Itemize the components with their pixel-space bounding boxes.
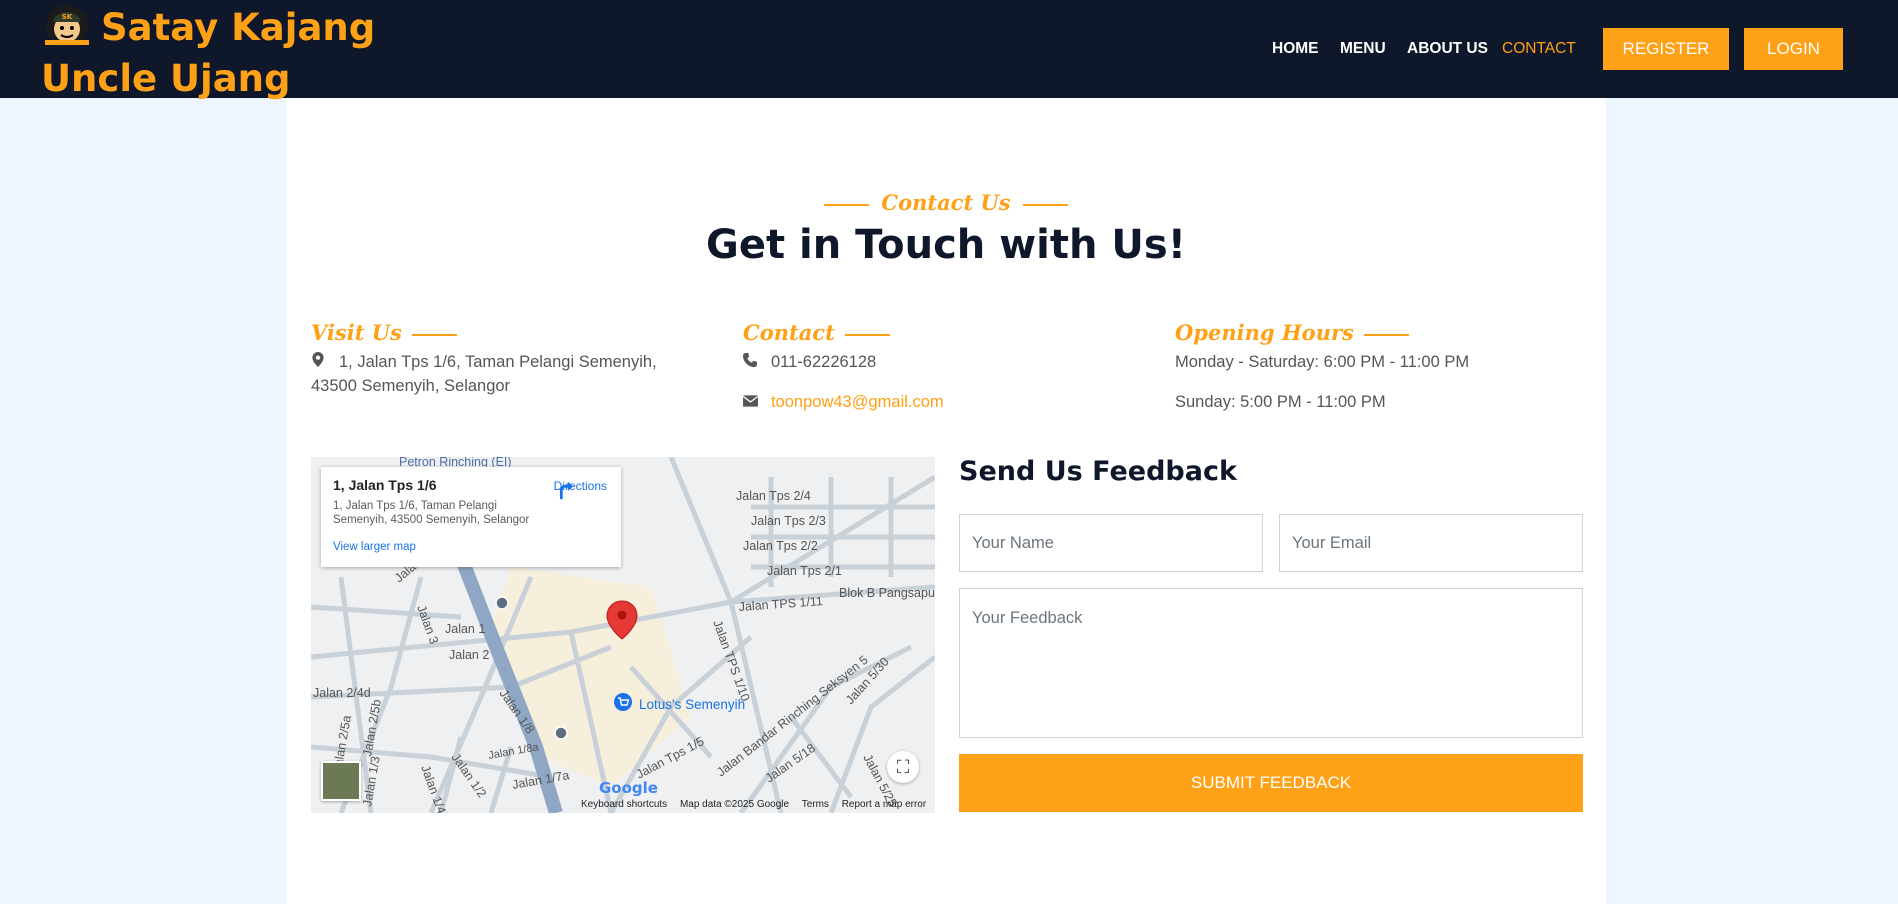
terms-link[interactable]: Terms [802,799,829,810]
map-label: Jalan Tps 2/1 [767,564,842,578]
subtitle-line-right [1022,203,1068,206]
phone-text: 011-62226128 [771,353,877,371]
section-subtitle: Contact Us [286,190,1606,215]
login-button[interactable]: Login [1744,28,1843,70]
address-text: 1, Jalan Tps 1/6, Taman Pelangi Semenyih… [311,353,657,395]
contact-section: Contact Us Get in Touch with Us! Visit U… [286,98,1606,904]
google-logo: Google [599,779,658,797]
phone-icon [743,350,757,374]
map-label: Jalan Tps 2/3 [751,514,826,528]
section-subtitle-text: Contact Us [881,190,1011,215]
page-title: Get in Touch with Us! [706,222,1186,268]
email: toonpow43@gmail.com [742,390,1133,414]
contact-block: Contact 011-62226128 toonpow43@gmail.com [742,320,1133,414]
nav-home[interactable]: Home [1272,40,1319,58]
envelope-icon [742,390,759,414]
brand[interactable]: SK Satay Kajang Uncle Ujang [41,2,381,104]
nav-menu[interactable]: Menu [1340,40,1386,58]
heading-line [411,333,457,336]
brand-logo-text: SK [62,13,73,21]
map-marker-icon [311,350,325,374]
fullscreen-icon[interactable]: ⛶ [887,751,919,783]
map-data-attribution: Map data ©2025 Google [679,799,790,810]
visit-us-block: Visit Us 1, Jalan Tps 1/6, Taman Pelangi… [311,320,701,398]
map-card-address: 1, Jalan Tps 1/6, Taman Pelangi Semenyih… [333,500,530,526]
visit-us-heading: Visit Us [311,320,701,350]
nav-about-us[interactable]: About Us [1407,40,1488,58]
opening-hours-block: Opening Hours Monday - Saturday: 6:00 PM… [1175,320,1565,414]
heading-line [1363,333,1409,336]
directions-button[interactable]: Directions [554,479,607,500]
address: 1, Jalan Tps 1/6, Taman Pelangi Semenyih… [311,350,701,398]
satellite-view-toggle[interactable] [321,761,361,801]
map-label: Jalan Tps 2/4 [736,489,811,503]
submit-feedback-button[interactable]: Submit Feedback [959,754,1583,812]
google-map[interactable]: Jalan Tps 2/4 Jalan Tps 2/3 Jalan Tps 2/… [311,457,935,813]
report-map-error-link[interactable]: Report a map error [842,799,926,810]
map-label: Jalan 1 [445,622,485,636]
navbar: SK Satay Kajang Uncle Ujang Home Menu Ab… [0,0,1898,100]
opening-hours-heading-text: Opening Hours [1175,320,1354,345]
register-button[interactable]: Register [1603,28,1729,70]
map-footer: Keyboard shortcuts Map data ©2025 Google… [581,799,935,810]
heading-line [844,333,890,336]
sunday-hours: Sunday: 5:00 PM - 11:00 PM [1175,393,1386,411]
map-label: Jalan 2/4d [313,686,371,700]
subtitle-line-left [824,203,870,206]
directions-icon [559,481,573,500]
email-link[interactable]: toonpow43@gmail.com [771,393,944,411]
map-label: Jalan Tps 2/2 [743,539,818,553]
opening-hours-heading: Opening Hours [1175,320,1565,350]
phone: 011-62226128 [743,350,1133,374]
view-larger-map-link[interactable]: View larger map [333,541,609,553]
visit-us-heading-text: Visit Us [311,320,402,345]
keyboard-shortcuts-link[interactable]: Keyboard shortcuts [581,799,667,810]
shopping-cart-icon [614,693,632,711]
email-input[interactable] [1279,514,1583,572]
contact-heading: Contact [743,320,1133,350]
nav-contact[interactable]: Contact [1502,40,1576,58]
map-info-card: 1, Jalan Tps 1/6 1, Jalan Tps 1/6, Taman… [321,467,621,567]
weekday-hours: Monday - Saturday: 6:00 PM - 11:00 PM [1175,353,1470,371]
name-input[interactable] [959,514,1263,572]
feedback-title: Send Us Feedback [959,456,1237,487]
contact-heading-text: Contact [743,320,835,345]
feedback-textarea[interactable] [959,588,1583,738]
map-label: Jalan 2 [449,648,489,662]
map-label: Lotus's Semenyih [639,697,745,712]
brand-logo: SK [45,5,89,47]
map-label: Blok B Pangsapuri Seri Rinching [839,586,935,600]
